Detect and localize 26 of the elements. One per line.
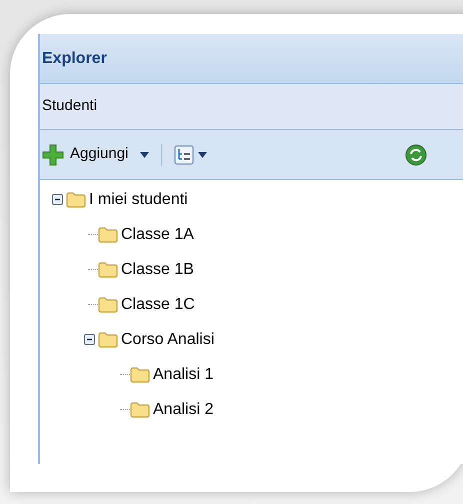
tree-view-button[interactable] [174,144,208,164]
refresh-button[interactable] [405,144,428,166]
folder-icon [98,332,118,348]
caret-icon [140,152,150,158]
tree-item[interactable]: Analisi 2 [153,398,214,422]
folder-icon [130,366,150,382]
tree-view-icon [174,144,194,164]
tree-item[interactable]: Corso Analisi [121,328,214,352]
add-button[interactable]: Aggiungi [42,143,150,166]
panel-title: Explorer [42,48,107,68]
tree-item[interactable]: Analisi 1 [153,362,214,386]
tree-item[interactable]: Classe 1B [121,258,194,282]
tree-item[interactable]: Classe 1C [121,292,195,316]
folder-icon [98,296,118,312]
tree-item[interactable]: I miei studenti [89,188,188,212]
folder-icon [130,402,150,418]
refresh-icon [405,144,428,166]
folder-icon [98,226,118,242]
collapse-icon[interactable] [52,194,62,205]
collapse-icon[interactable] [84,334,94,345]
tree-item[interactable]: Classe 1A [121,222,194,246]
plus-icon [42,144,64,166]
folder-icon [66,192,86,208]
folder-icon [98,262,118,278]
caret-icon [198,152,208,158]
section-title: Studenti [42,96,98,116]
